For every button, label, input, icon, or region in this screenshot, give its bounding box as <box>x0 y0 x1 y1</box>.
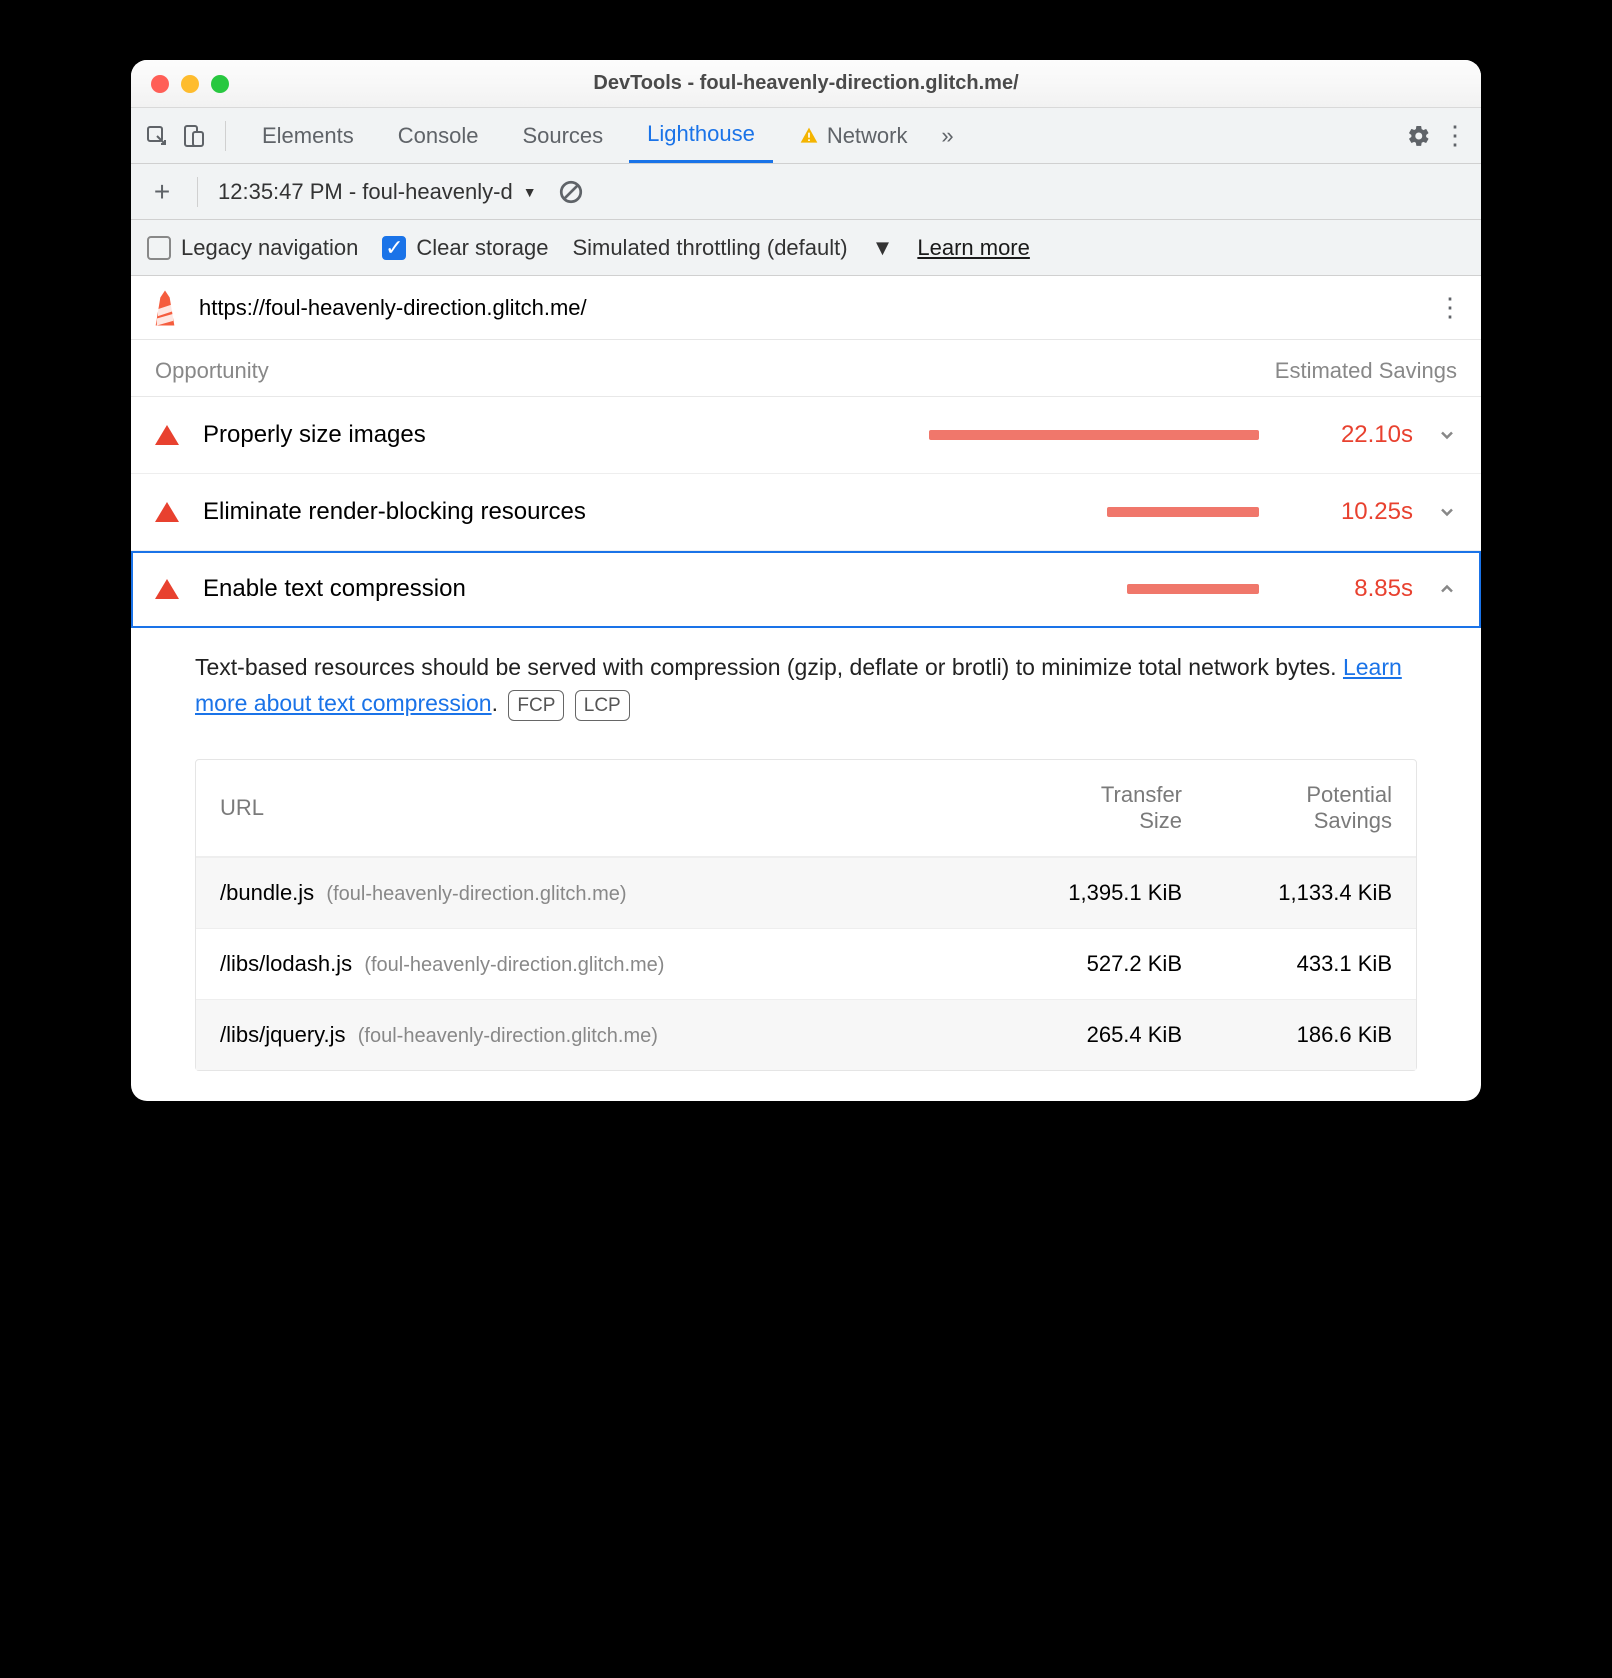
devtools-tabs: Elements Console Sources Lighthouse Netw… <box>131 108 1481 164</box>
gear-icon[interactable] <box>1405 122 1433 150</box>
legacy-nav-checkbox[interactable]: Legacy navigation <box>147 235 358 261</box>
opportunity-row[interactable]: Eliminate render-blocking resources 10.2… <box>131 474 1481 551</box>
col-est-savings: Estimated Savings <box>1275 358 1457 384</box>
opportunity-row[interactable]: Properly size images 22.10s <box>131 397 1481 474</box>
opportunity-description: Text-based resources should be served wi… <box>131 628 1481 739</box>
opportunities-header: Opportunity Estimated Savings <box>131 340 1481 397</box>
chevron-down-icon: ▼ <box>872 235 894 261</box>
table-header: URL Transfer Size Potential Savings <box>196 760 1416 857</box>
report-menu-icon[interactable]: ⋮ <box>1437 292 1461 323</box>
chevron-down-icon <box>1437 502 1457 522</box>
clear-storage-checkbox[interactable]: ✓ Clear storage <box>382 235 548 261</box>
tab-elements[interactable]: Elements <box>244 108 372 163</box>
tab-sources[interactable]: Sources <box>504 108 621 163</box>
triangle-icon <box>155 502 179 522</box>
tab-console[interactable]: Console <box>380 108 497 163</box>
lighthouse-options: Legacy navigation ✓ Clear storage Simula… <box>131 220 1481 276</box>
metric-tag: FCP <box>508 690 564 721</box>
potential-savings: 1,133.4 KiB <box>1182 880 1392 906</box>
col-opportunity: Opportunity <box>155 358 269 384</box>
resource-host: (foul-heavenly-direction.glitch.me) <box>358 1025 658 1047</box>
zoom-icon[interactable] <box>211 75 229 93</box>
minimize-icon[interactable] <box>181 75 199 93</box>
window-controls <box>131 75 229 93</box>
device-toggle-icon[interactable] <box>179 122 207 150</box>
report-url-bar: https://foul-heavenly-direction.glitch.m… <box>131 276 1481 340</box>
chevron-down-icon <box>1437 425 1457 445</box>
checkbox-checked-icon: ✓ <box>382 236 406 260</box>
col-url: URL <box>220 795 972 821</box>
new-report-button[interactable]: + <box>147 176 177 208</box>
throttling-select[interactable]: Simulated throttling (default) ▼ <box>572 235 893 261</box>
chevron-down-icon: ▼ <box>523 184 537 200</box>
more-tabs-icon[interactable]: » <box>934 122 962 150</box>
savings-value: 22.10s <box>1283 421 1413 449</box>
col-potential-savings: Potential Savings <box>1182 782 1392 834</box>
resource-path: /libs/lodash.js <box>220 951 352 976</box>
transfer-size: 527.2 KiB <box>972 951 1182 977</box>
lighthouse-icon <box>151 290 179 326</box>
metric-tag: LCP <box>575 690 630 721</box>
warning-icon <box>799 126 819 146</box>
resource-host: (foul-heavenly-direction.glitch.me) <box>326 883 626 905</box>
learn-more-link[interactable]: Learn more <box>917 235 1030 261</box>
col-transfer-size: Transfer Size <box>972 782 1182 834</box>
resource-host: (foul-heavenly-direction.glitch.me) <box>364 954 664 976</box>
opportunity-label: Enable text compression <box>203 575 623 603</box>
inspect-icon[interactable] <box>143 122 171 150</box>
report-url: https://foul-heavenly-direction.glitch.m… <box>199 295 587 321</box>
report-selector[interactable]: 12:35:47 PM - foul-heavenly-d ▼ <box>218 179 537 205</box>
transfer-size: 1,395.1 KiB <box>972 880 1182 906</box>
tab-network[interactable]: Network <box>781 108 926 163</box>
resource-table: URL Transfer Size Potential Savings /bun… <box>195 759 1417 1071</box>
opportunity-label: Properly size images <box>203 421 623 449</box>
table-row[interactable]: /bundle.js (foul-heavenly-direction.glit… <box>196 857 1416 928</box>
potential-savings: 186.6 KiB <box>1182 1022 1392 1048</box>
savings-value: 10.25s <box>1283 498 1413 526</box>
savings-value: 8.85s <box>1283 575 1413 603</box>
lighthouse-toolbar: + 12:35:47 PM - foul-heavenly-d ▼ <box>131 164 1481 220</box>
opportunity-label: Eliminate render-blocking resources <box>203 498 623 526</box>
resource-path: /libs/jquery.js <box>220 1022 346 1047</box>
devtools-window: DevTools - foul-heavenly-direction.glitc… <box>131 60 1481 1101</box>
table-row[interactable]: /libs/lodash.js (foul-heavenly-direction… <box>196 928 1416 999</box>
opportunity-row[interactable]: Enable text compression 8.85s <box>131 551 1481 628</box>
clear-icon[interactable] <box>557 178 585 206</box>
table-row[interactable]: /libs/jquery.js (foul-heavenly-direction… <box>196 999 1416 1070</box>
resource-path: /bundle.js <box>220 880 314 905</box>
tab-lighthouse[interactable]: Lighthouse <box>629 108 773 163</box>
window-title: DevTools - foul-heavenly-direction.glitc… <box>131 72 1481 95</box>
transfer-size: 265.4 KiB <box>972 1022 1182 1048</box>
chevron-up-icon <box>1437 579 1457 599</box>
checkbox-unchecked-icon <box>147 236 171 260</box>
savings-bar <box>1127 584 1259 594</box>
savings-bar <box>1107 507 1259 517</box>
titlebar: DevTools - foul-heavenly-direction.glitc… <box>131 60 1481 108</box>
savings-bar <box>929 430 1259 440</box>
potential-savings: 433.1 KiB <box>1182 951 1392 977</box>
triangle-icon <box>155 425 179 445</box>
close-icon[interactable] <box>151 75 169 93</box>
kebab-menu-icon[interactable]: ⋮ <box>1441 122 1469 150</box>
triangle-icon <box>155 579 179 599</box>
